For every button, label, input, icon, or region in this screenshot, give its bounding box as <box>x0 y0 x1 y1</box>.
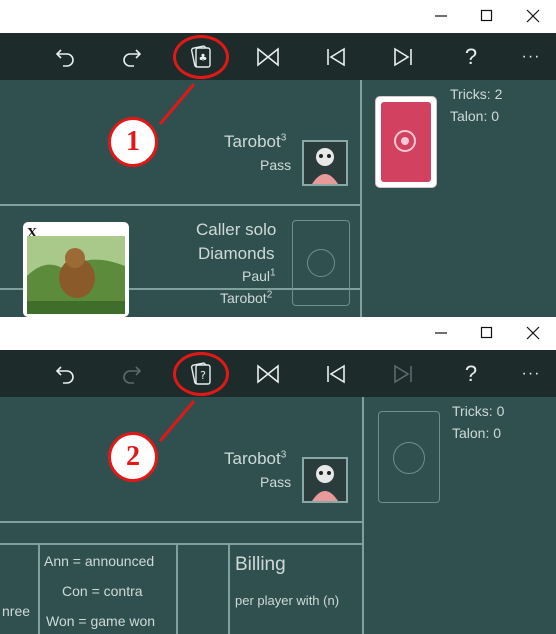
title-bar <box>0 0 556 33</box>
skip-forward-button[interactable] <box>378 33 428 80</box>
close-button[interactable] <box>510 0 556 33</box>
tricks-count: Tricks: 0 <box>452 403 505 419</box>
toolbar: ♣ ? ··· <box>0 33 556 80</box>
undo-button[interactable] <box>40 33 90 80</box>
slot-ring <box>393 442 425 474</box>
player-paul: Paul1 <box>242 267 276 284</box>
swap-button[interactable] <box>243 350 293 397</box>
avatar <box>302 457 348 503</box>
maximize-icon <box>480 9 493 22</box>
skip-back-button[interactable] <box>311 350 361 397</box>
screenshot-2: ? ? ··· Tarobot3 Pass Tricks: 0 Talon: 0… <box>0 317 556 634</box>
player-tarobot-2: Tarobot2 <box>220 289 273 306</box>
divider-horizontal <box>0 204 360 206</box>
more-icon: ··· <box>521 47 541 65</box>
undo-icon <box>55 48 74 67</box>
redo-icon <box>123 48 142 67</box>
more-icon: ··· <box>521 364 541 382</box>
callout-number-1: 1 <box>108 117 158 167</box>
minimize-icon <box>435 15 447 17</box>
table-col-divider-3 <box>228 543 230 634</box>
divider-horizontal <box>0 521 362 523</box>
minimize-icon <box>435 332 447 334</box>
tricks-count: Tricks: 2 <box>450 86 503 102</box>
table-col-divider-2 <box>176 543 178 634</box>
divider-table-top <box>0 543 362 545</box>
monkey-illustration-icon <box>27 236 125 314</box>
card-pattern-icon <box>394 130 416 152</box>
close-icon <box>526 326 540 340</box>
table-col-divider-1 <box>38 543 40 634</box>
avatar <box>302 140 348 186</box>
toolbar: ? ? ··· <box>0 350 556 397</box>
redo-button-disabled[interactable] <box>107 350 157 397</box>
game-table: Tarobot3 Pass Tricks: 0 Talon: 0 nree An… <box>0 397 556 634</box>
game-table: Tarobot3 Pass Tricks: 2 Talon: 0 X Calle… <box>0 80 556 317</box>
legend-announced: Ann = announced <box>44 553 155 569</box>
callout-ring-1 <box>173 35 229 79</box>
swap-icon <box>257 46 279 67</box>
robot-avatar-icon <box>312 465 338 501</box>
title-bar <box>0 317 556 350</box>
legend-won: Won = game won <box>46 613 156 629</box>
talon-count: Talon: 0 <box>450 108 500 124</box>
maximize-button[interactable] <box>464 317 510 350</box>
skip-back-button[interactable] <box>311 33 361 80</box>
callout-number-2: 2 <box>108 432 158 482</box>
minimize-button[interactable] <box>418 0 464 33</box>
swap-button[interactable] <box>243 33 293 80</box>
billing-subtitle: per player with (n) <box>235 593 340 608</box>
screenshot-1: ♣ ? ··· Tarobot3 Pass Tricks: 2 Talon: 0… <box>0 0 556 317</box>
suit-label: Diamonds <box>198 244 275 263</box>
skip-back-icon <box>327 47 345 66</box>
minimize-button[interactable] <box>418 317 464 350</box>
divider-vertical <box>360 80 362 317</box>
help-button[interactable]: ? <box>446 350 496 397</box>
skip-forward-icon <box>394 364 412 383</box>
maximize-button[interactable] <box>464 0 510 33</box>
help-icon: ? <box>464 360 478 386</box>
redo-button[interactable] <box>107 33 157 80</box>
redo-icon <box>123 365 142 384</box>
swap-icon <box>257 363 279 384</box>
player-name: Tarobot3 <box>224 132 287 151</box>
slot-ring <box>307 249 335 277</box>
empty-talon-slot <box>378 411 440 503</box>
divider-vertical <box>362 397 364 634</box>
player-name: Tarobot3 <box>224 449 287 468</box>
skip-forward-icon <box>394 47 412 66</box>
undo-button[interactable] <box>40 350 90 397</box>
more-button[interactable]: ··· <box>506 350 556 397</box>
robot-avatar-icon <box>312 148 338 184</box>
more-button[interactable]: ··· <box>506 33 556 80</box>
empty-card-slot <box>292 220 350 306</box>
close-button[interactable] <box>510 317 556 350</box>
player-status: Pass <box>260 474 292 490</box>
help-button[interactable]: ? <box>446 33 496 80</box>
callout-ring-2 <box>173 352 229 396</box>
undo-icon <box>55 365 74 384</box>
billing-title: Billing <box>235 554 286 575</box>
contract-label: Caller solo <box>196 220 277 239</box>
skip-back-icon <box>327 364 345 383</box>
legend-cut-text: nree <box>2 603 31 619</box>
talon-card-back <box>375 96 437 188</box>
maximize-icon <box>480 326 493 339</box>
skip-forward-button-disabled[interactable] <box>378 350 428 397</box>
tarot-card[interactable]: X <box>23 222 129 317</box>
talon-count: Talon: 0 <box>452 425 502 441</box>
player-status: Pass <box>260 157 292 173</box>
legend-contra: Con = contra <box>62 583 143 599</box>
close-icon <box>526 9 540 23</box>
card-back-pattern <box>381 102 431 182</box>
help-icon: ? <box>464 43 478 69</box>
